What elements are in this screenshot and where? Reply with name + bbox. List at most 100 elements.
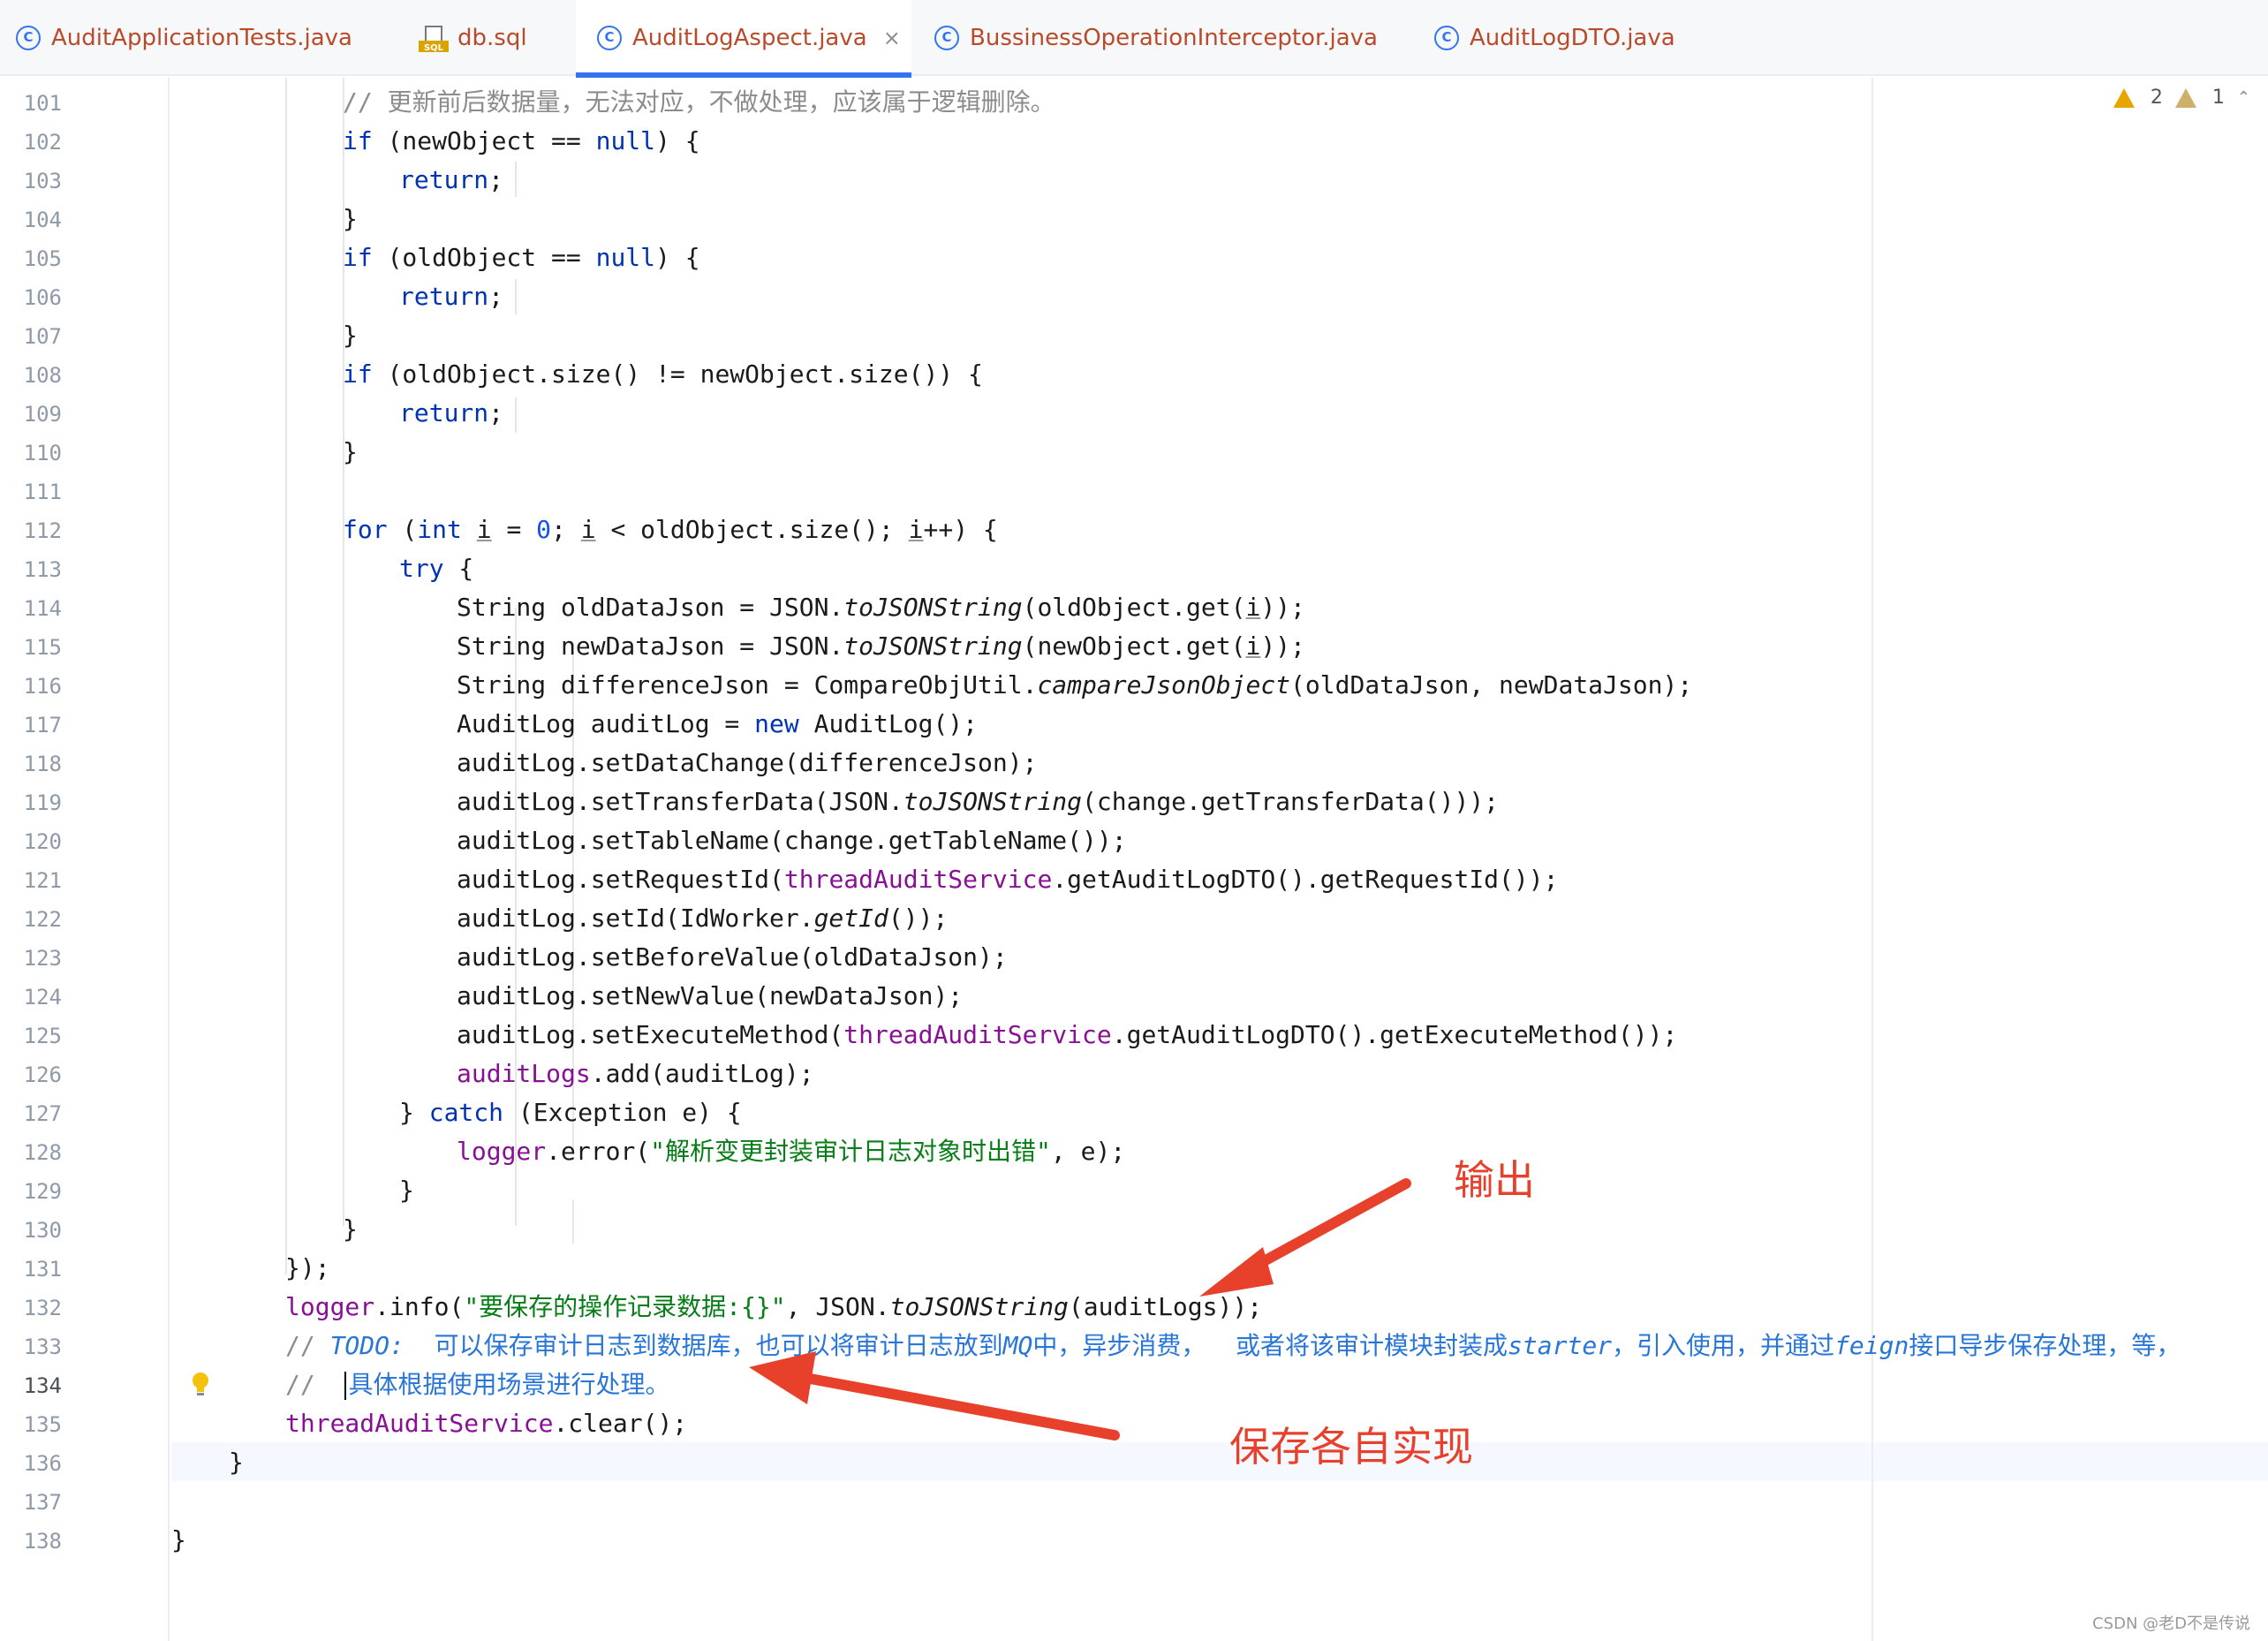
inspection-widget[interactable]: 2 1 ⌃ (2113, 87, 2250, 109)
line-number: 116 (23, 674, 62, 699)
code-line-129: } (399, 1176, 414, 1205)
class-icon: C (16, 26, 41, 50)
code-line-133: // TODO: 可以保存审计日志到数据库，也可以将审计日志放到MQ中，异步消费… (285, 1331, 2181, 1360)
code-line-106: return; (399, 282, 504, 311)
code-line-115: String newDataJson = JSON.toJSONString(n… (457, 631, 1305, 661)
code-line-113: try { (399, 554, 474, 583)
tab-label: AuditLogAspect.java (632, 25, 867, 51)
annotation-output-label: 输出 (1454, 1156, 1535, 1204)
line-number: 129 (23, 1179, 62, 1204)
code-line-112: for (int i = 0; i < oldObject.size(); i+… (343, 515, 998, 544)
line-number: 106 (23, 285, 62, 310)
line-number: 127 (23, 1101, 62, 1126)
code-editor[interactable]: // 更新前后数据量，无法对应，不做处理，应该属于逻辑删除。 if (newOb… (171, 78, 2268, 1641)
code-line-130: } (343, 1214, 358, 1244)
code-line-121: auditLog.setRequestId(threadAuditService… (457, 865, 1559, 894)
tab-db-sql[interactable]: SQL db.sql (419, 0, 527, 76)
line-number: 122 (23, 907, 62, 932)
code-line-109: return; (399, 398, 504, 427)
current-line-highlight (171, 1442, 2268, 1481)
annotation-save-label: 保存各自实现 (1229, 1423, 1473, 1471)
code-line-108: if (oldObject.size() != newObject.size()… (343, 359, 983, 389)
line-number: 105 (23, 246, 62, 271)
code-line-138: } (171, 1525, 186, 1554)
line-number: 123 (23, 946, 62, 971)
indent-guide (572, 1199, 574, 1244)
line-number: 101 (23, 91, 62, 116)
line-number: 128 (23, 1140, 62, 1165)
code-line-116: String differenceJson = CompareObjUtil.c… (457, 670, 1693, 700)
code-line-119: auditLog.setTransferData(JSON.toJSONStri… (457, 787, 1500, 816)
tab-label: BussinessOperationInterceptor.java (970, 25, 1378, 51)
code-line-102: if (newObject == null) { (343, 126, 700, 155)
line-number: 133 (23, 1335, 62, 1359)
code-line-136: } (229, 1448, 244, 1477)
line-number: 131 (23, 1257, 62, 1282)
tab-label: db.sql (457, 25, 527, 51)
tab-audit-application-tests[interactable]: C AuditApplicationTests.java (16, 0, 352, 76)
line-number: 109 (23, 402, 62, 427)
code-line-103: return; (399, 165, 504, 194)
right-margin-guide (1871, 78, 1873, 1641)
code-line-110: } (343, 437, 358, 466)
line-number: 108 (23, 363, 62, 388)
class-icon: C (934, 26, 959, 50)
line-number: 124 (23, 985, 62, 1010)
code-line-128: logger.error("解析变更封装审计日志对象时出错", e); (457, 1137, 1126, 1166)
line-number: 103 (23, 169, 62, 193)
code-line-132: logger.info("要保存的操作记录数据:{}", JSON.toJSON… (285, 1292, 1263, 1321)
chevron-up-icon[interactable]: ⌃ (2237, 88, 2250, 107)
code-line-134: // 具体根据使用场景进行处理。 (285, 1370, 670, 1400)
line-number: 104 (23, 208, 62, 232)
line-number: 119 (23, 790, 62, 815)
line-number: 107 (23, 324, 62, 349)
text-caret (344, 1372, 347, 1400)
tab-audit-log-aspect[interactable]: C AuditLogAspect.java × (576, 0, 911, 78)
line-number: 111 (23, 480, 62, 504)
line-number: 132 (23, 1296, 62, 1320)
warning-count: 2 (2150, 87, 2163, 109)
code-line-104: } (343, 204, 358, 233)
line-number: 118 (23, 752, 62, 776)
editor-tab-bar: C AuditApplicationTests.java SQL db.sql … (0, 0, 2268, 78)
line-number: 130 (23, 1218, 62, 1243)
code-line-114: String oldDataJson = JSON.toJSONString(o… (457, 593, 1305, 622)
line-number: 115 (23, 635, 62, 660)
code-line-124: auditLog.setNewValue(newDataJson); (457, 981, 964, 1010)
indent-guide (285, 78, 287, 1274)
line-number: 114 (23, 596, 62, 621)
class-icon: C (597, 26, 622, 50)
close-icon[interactable]: × (883, 26, 901, 50)
indent-guide (515, 397, 517, 433)
tab-audit-log-dto[interactable]: C AuditLogDTO.java (1434, 0, 1675, 76)
sql-file-icon: SQL (419, 23, 449, 53)
code-line-122: auditLog.setId(IdWorker.getId()); (457, 904, 949, 933)
watermark: CSDN @老D不是传说 (2092, 1615, 2250, 1633)
line-number: 120 (23, 829, 62, 854)
line-number: 102 (23, 130, 62, 155)
line-number: 136 (23, 1451, 62, 1476)
line-number: 113 (23, 557, 62, 582)
weak-warning-icon (2174, 87, 2196, 108)
weak-warning-count: 1 (2211, 87, 2225, 109)
line-number: 126 (23, 1062, 62, 1087)
line-number: 121 (23, 868, 62, 893)
code-line-135: threadAuditService.clear(); (285, 1409, 688, 1438)
class-icon: C (1434, 26, 1459, 50)
code-line-126: auditLogs.add(auditLog); (457, 1059, 814, 1088)
indent-guide (515, 162, 517, 197)
line-number: 135 (23, 1412, 62, 1437)
line-number: 125 (23, 1024, 62, 1048)
code-line-117: AuditLog auditLog = new AuditLog(); (457, 709, 979, 738)
warning-icon (2113, 87, 2135, 108)
line-number: 138 (23, 1529, 62, 1554)
svg-text:SQL: SQL (424, 43, 444, 53)
line-number-gutter[interactable]: 101 102 103 104 105 106 107 108 109 110 … (0, 78, 170, 1641)
tab-bussiness-operation-interceptor[interactable]: C BussinessOperationInterceptor.java (934, 0, 1378, 76)
tab-label: AuditApplicationTests.java (51, 25, 352, 51)
line-number: 137 (23, 1490, 62, 1515)
code-line-107: } (343, 321, 358, 350)
line-number-current: 134 (23, 1373, 62, 1398)
code-line-125: auditLog.setExecuteMethod(threadAuditSer… (457, 1020, 1678, 1049)
code-line-105: if (oldObject == null) { (343, 243, 700, 272)
